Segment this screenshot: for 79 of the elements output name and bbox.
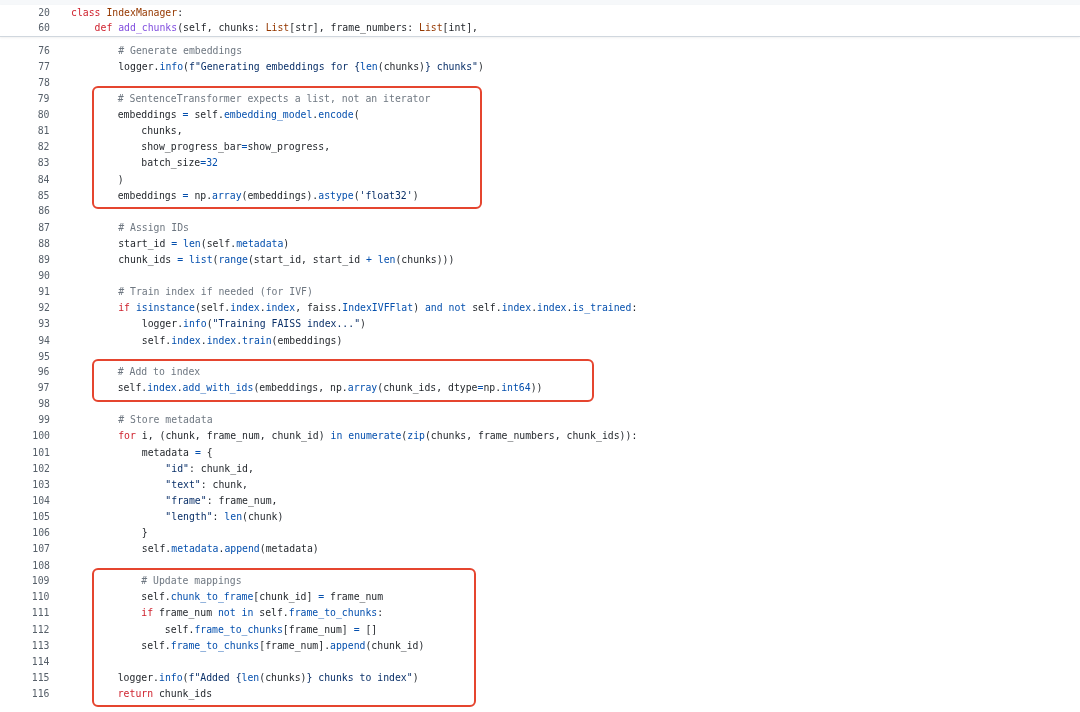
- code-line: show_progress_bar=show_progress,: [140, 140, 331, 155]
- code-line: # Train index if needed (for IVF): [117, 285, 313, 300]
- code-line: chunk_ids = list(range(start_id, start_id + len(chunks))): [117, 252, 455, 268]
- code-line: batch_size=32: [140, 156, 218, 171]
- line-number: 89: [37, 252, 50, 267]
- line-number: 88: [37, 236, 50, 251]
- line-number: 98: [37, 397, 50, 412]
- code-line: if frame_num not in self.frame_to_chunks:: [140, 606, 384, 621]
- code-line: # Add to index: [116, 365, 201, 380]
- line-number: 101: [31, 445, 50, 460]
- line-number: 90: [37, 268, 50, 283]
- code-line: ): [116, 172, 124, 187]
- line-number: 79: [36, 91, 50, 106]
- line-number: 60: [37, 21, 50, 35]
- code-line: }: [140, 526, 148, 541]
- line-number: 95: [37, 349, 50, 364]
- code-line: "length": len(chunk): [164, 510, 284, 525]
- line-number: 109: [30, 574, 50, 589]
- line-number: 78: [37, 76, 50, 91]
- line-number: 116: [30, 687, 50, 702]
- line-number: 106: [31, 526, 50, 541]
- line-number: 112: [30, 622, 50, 637]
- code-line: self.metadata.append(metadata): [140, 542, 319, 557]
- line-number: 87: [37, 220, 50, 235]
- code-line: "frame": frame_num,: [164, 493, 278, 509]
- code-line: # SentenceTransformer expects a list, not an iterator: [116, 91, 431, 106]
- code-line: embeddings = np.array(embeddings).astype('float32'): [116, 188, 419, 203]
- line-number: 85: [36, 188, 50, 203]
- line-number: 20: [37, 6, 50, 20]
- code-line: "text": chunk,: [164, 477, 248, 492]
- code-line: logger.info(f"Generating embeddings for {len(chunks)} chunks"): [117, 60, 484, 75]
- line-number: 86: [37, 204, 50, 219]
- code-line: self.index.add_with_ids(embeddings, np.array(chunk_ids, dtype=np.int64)): [116, 381, 543, 396]
- code-line: metadata = {: [140, 445, 213, 460]
- code-line: class IndexManager:: [71, 6, 184, 20]
- line-number: 91: [37, 285, 50, 300]
- line-number: 107: [31, 542, 50, 557]
- line-number: 83: [36, 156, 50, 171]
- line-number: 82: [36, 140, 50, 155]
- line-number: 111: [30, 606, 50, 621]
- code-line: # Generate embeddings: [117, 44, 243, 58]
- code-line: self.frame_to_chunks[frame_num] = []: [163, 622, 378, 638]
- line-number: 104: [31, 493, 50, 508]
- line-number: 84: [36, 172, 50, 187]
- code-line: self.frame_to_chunks[frame_num].append(chunk_id): [140, 638, 425, 654]
- code-line: self.index.index.train(embeddings): [140, 333, 343, 348]
- line-number: 97: [36, 381, 50, 396]
- line-number: 110: [30, 590, 50, 605]
- line-number: 105: [31, 510, 50, 525]
- line-number: 92: [37, 301, 50, 316]
- line-number: 103: [31, 477, 50, 492]
- line-number: 96: [36, 365, 50, 380]
- line-number: 81: [36, 124, 50, 139]
- code-line: for i, (chunk, frame_num, chunk_id) in enumerate(zip(chunks, frame_numbers, chunk_ids)):: [117, 429, 638, 444]
- line-number: 77: [37, 60, 50, 75]
- code-line: # Assign IDs: [117, 220, 189, 235]
- line-number: 76: [37, 44, 50, 58]
- code-line: start_id = len(self.metadata): [117, 236, 290, 252]
- code-line: def add_chunks(self, chunks: List[str], frame_numbers: List[int],: [93, 21, 478, 35]
- code-line: logger.info("Training FAISS index..."): [140, 317, 366, 332]
- line-number: 102: [31, 461, 50, 476]
- line-number: 113: [30, 638, 50, 653]
- code-line: self.chunk_to_frame[chunk_id] = frame_num: [140, 590, 384, 605]
- code-line: if isinstance(self.index.index, faiss.IndexIVFFlat) and not self.index.index.is_trained:: [117, 301, 638, 316]
- code-line: return chunk_ids: [116, 687, 213, 702]
- code-line: logger.info(f"Added {len(chunks)} chunks to index"): [116, 671, 419, 685]
- line-number: 94: [37, 333, 50, 348]
- line-number: 115: [30, 671, 50, 685]
- line-number: 108: [31, 558, 50, 573]
- line-number: 114: [30, 654, 50, 669]
- code-line: embeddings = self.embedding_model.encode(: [116, 108, 360, 123]
- line-number: 80: [36, 108, 50, 123]
- code-line: chunks,: [140, 124, 183, 139]
- code-line: "id": chunk_id,: [164, 461, 254, 477]
- line-number: 100: [31, 429, 50, 444]
- line-number: 93: [37, 317, 50, 332]
- line-number: 99: [37, 413, 50, 428]
- code-line: # Store metadata: [117, 413, 213, 428]
- code-line: # Update mappings: [140, 574, 242, 589]
